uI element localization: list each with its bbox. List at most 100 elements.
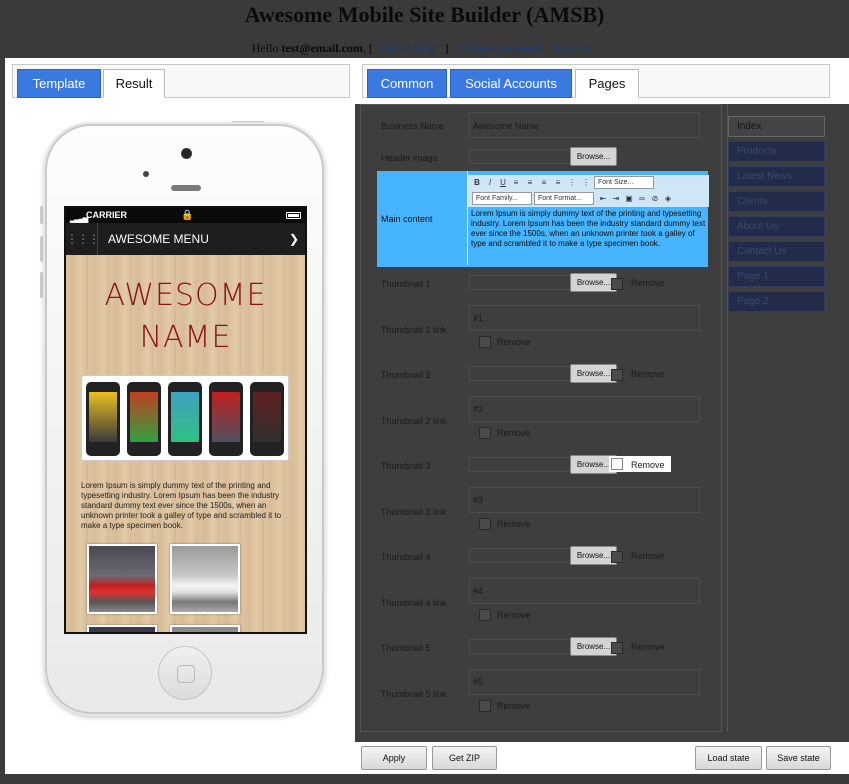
thumbnail-link-input[interactable]: #1	[469, 305, 700, 331]
grid-icon[interactable]: ⋮⋮⋮	[66, 223, 100, 255]
phone-earpiece	[171, 185, 201, 191]
chevron-down-icon[interactable]: ❯	[289, 223, 299, 255]
indent-icon[interactable]: ⇥	[611, 193, 621, 204]
thumbnail-browse-button[interactable]: Browse...	[570, 637, 617, 656]
align-justify-icon[interactable]: ≡	[553, 177, 563, 188]
thumbnail-label: Thumbnail 1	[381, 279, 431, 289]
tab-social-accounts[interactable]: Social Accounts	[450, 69, 572, 98]
quick-help-link[interactable]: Quick Help	[381, 41, 437, 55]
business-name-input[interactable]: Awesome Name	[469, 112, 700, 138]
rich-text-editor[interactable]: B I U ≡ ≡ ≡ ≡ ⋮ ⋮ Font Size... Font Fami…	[467, 171, 709, 265]
site-menubar[interactable]: ⋮⋮⋮ AWESOME MENU ❯	[66, 223, 305, 255]
site-name-line1: AWESOME	[104, 278, 267, 313]
thumbnail-link-remove-checkbox[interactable]	[479, 427, 491, 439]
header-image	[81, 375, 289, 461]
thumbnail-file-input[interactable]	[469, 275, 571, 290]
mini-phone-image	[168, 382, 202, 456]
tab-pages[interactable]: Pages	[575, 69, 639, 98]
menu-label[interactable]: AWESOME MENU	[108, 223, 209, 255]
thumbnail-image-1[interactable]	[87, 544, 157, 614]
user-email: test@email.com	[281, 41, 363, 55]
font-format-select[interactable]: Font Format...	[534, 192, 594, 205]
thumbnail-link-label: Thumbnail 3 link	[381, 507, 447, 517]
thumbnail-remove-label: Remove	[631, 551, 665, 561]
font-family-select[interactable]: Font Family...	[472, 192, 532, 205]
thumbnail-browse-button[interactable]: Browse...	[570, 364, 617, 383]
thumbnail-remove-label: Remove	[631, 369, 665, 379]
thumbnail-link-input[interactable]: #5	[469, 669, 700, 695]
font-size-select[interactable]: Font Size...	[594, 176, 654, 189]
bold-icon[interactable]: B	[472, 177, 482, 188]
align-left-icon[interactable]: ≡	[511, 177, 521, 188]
thumbnail-file-input[interactable]	[469, 366, 571, 381]
thumbnail-file-input[interactable]	[469, 548, 571, 563]
get-zip-button[interactable]: Get ZIP	[432, 746, 497, 770]
underline-icon[interactable]: U	[498, 177, 508, 188]
link-icon[interactable]: ∞	[637, 193, 647, 204]
thumbnail-image-4[interactable]	[170, 625, 240, 632]
save-state-button[interactable]: Save state	[766, 746, 831, 770]
apply-button[interactable]: Apply	[361, 746, 427, 770]
log-out-link[interactable]: Log out	[555, 41, 593, 55]
sidebar-item-page-1[interactable]: Page 1	[728, 266, 825, 287]
thumbnail-remove-checkbox[interactable]	[611, 458, 623, 470]
italic-icon[interactable]: I	[485, 177, 495, 188]
phone-screen[interactable]: ▂▃▄▅ CARRIER 🔒 ⋮⋮⋮ AWESOME MENU ❯ AWESOM…	[64, 206, 307, 634]
thumbnail-file-input[interactable]	[469, 639, 571, 654]
sidebar-item-latest-news[interactable]: Latest News	[728, 166, 825, 187]
outdent-icon[interactable]: ⇤	[598, 193, 608, 204]
thumbnail-link-remove-checkbox[interactable]	[479, 609, 491, 621]
phone-sensor	[143, 171, 149, 177]
thumbnail-link-input[interactable]: #3	[469, 487, 700, 513]
thumbnail-image-3[interactable]	[87, 625, 157, 632]
unlink-icon[interactable]: ⊘	[650, 193, 660, 204]
thumbnail-remove-checkbox[interactable]	[611, 369, 623, 381]
pages-sidebar: Index Products Latest News Clients About…	[727, 104, 849, 732]
align-center-icon[interactable]: ≡	[525, 177, 535, 188]
thumbnail-remove-checkbox[interactable]	[611, 642, 623, 654]
thumbnail-link-remove-label: Remove	[497, 428, 531, 438]
thumbnail-link-input[interactable]: #2	[469, 396, 700, 422]
thumbnail-link-input[interactable]: #4	[469, 578, 700, 604]
editor-content[interactable]: Lorem Ipsum is simply dummy text of the …	[471, 209, 707, 249]
thumbnail-label: Thumbnail 3	[381, 461, 431, 471]
thumbnail-link-remove-checkbox[interactable]	[479, 336, 491, 348]
sidebar-item-index[interactable]: Index	[728, 116, 825, 137]
thumbnail-remove-checkbox[interactable]	[611, 551, 623, 563]
mini-phone-image	[250, 382, 284, 456]
thumbnail-link-remove-checkbox[interactable]	[479, 700, 491, 712]
align-right-icon[interactable]: ≡	[539, 177, 549, 188]
thumbnail-image-2[interactable]	[170, 544, 240, 614]
source-icon[interactable]: ◈	[663, 193, 673, 204]
change-password-link[interactable]: Change password	[457, 41, 542, 55]
phone-statusbar: ▂▃▄▅ CARRIER 🔒	[66, 208, 305, 223]
ordered-list-icon[interactable]: ⋮	[567, 177, 577, 188]
user-greeting: Hello test@email.com, [ Quick Help ] Cha…	[0, 41, 849, 56]
tab-result[interactable]: Result	[103, 69, 165, 98]
thumbnail-link-remove-checkbox[interactable]	[479, 518, 491, 530]
unordered-list-icon[interactable]: ⋮	[581, 177, 591, 188]
thumbnail-remove-label: Remove	[631, 278, 665, 288]
sidebar-item-contact-us[interactable]: Contact Us	[728, 241, 825, 262]
site-name: AWESOME NAME	[66, 275, 305, 359]
tab-common[interactable]: Common	[367, 69, 447, 98]
sidebar-item-clients[interactable]: Clients	[728, 191, 825, 212]
thumbnail-link-label: Thumbnail 2 link	[381, 416, 447, 426]
page-form: Business Name Awesome Name Header image …	[360, 104, 722, 732]
header-image-browse-button[interactable]: Browse...	[570, 147, 617, 166]
load-state-button[interactable]: Load state	[695, 746, 762, 770]
phone-volume-down	[40, 272, 44, 298]
header-image-input[interactable]	[469, 149, 571, 164]
thumbnail-browse-button[interactable]: Browse...	[570, 546, 617, 565]
sidebar-item-about-us[interactable]: About Us	[728, 216, 825, 237]
sidebar-item-products[interactable]: Products	[728, 141, 825, 162]
thumbnail-link-remove-label: Remove	[497, 701, 531, 711]
sidebar-item-page-2[interactable]: Page 2	[728, 291, 825, 312]
preview-panel: Template Result ▂▃▄▅ CARRIER 🔒 ⋮⋮⋮ AWESO…	[5, 58, 355, 774]
header-image-label: Header image	[381, 153, 438, 163]
thumbnail-file-input[interactable]	[469, 457, 571, 472]
tab-template[interactable]: Template	[17, 69, 101, 98]
thumbnail-browse-button[interactable]: Browse...	[570, 273, 617, 292]
thumbnail-remove-checkbox[interactable]	[611, 278, 623, 290]
image-icon[interactable]: ▣	[624, 193, 634, 204]
